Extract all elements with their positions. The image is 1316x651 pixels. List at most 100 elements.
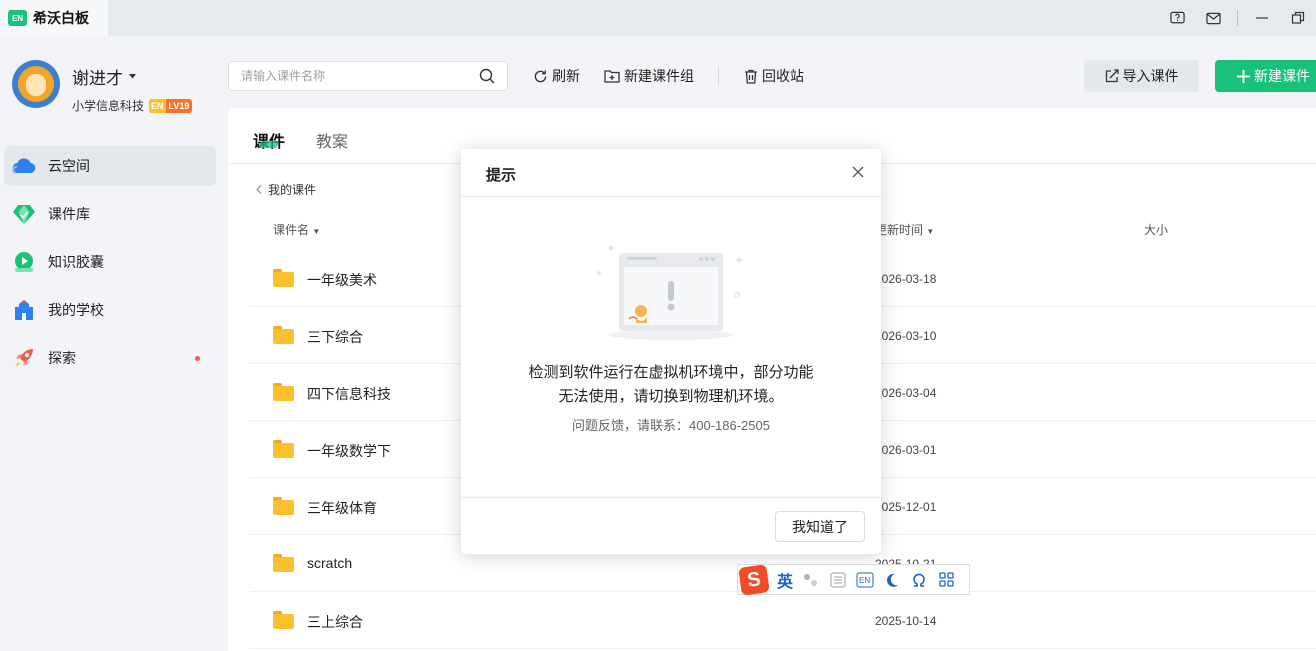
folder-icon <box>273 383 294 401</box>
folder-icon <box>273 611 294 629</box>
import-label: 导入课件 <box>1122 68 1179 84</box>
caret-down-icon <box>129 74 136 79</box>
dialog-header-divider <box>461 196 881 197</box>
import-icon <box>1105 69 1119 83</box>
mail-icon[interactable] <box>1195 0 1231 36</box>
breadcrumb[interactable]: 我的课件 <box>256 181 316 198</box>
folder-icon <box>273 269 294 287</box>
row-date: 2026-03-10 <box>875 329 937 343</box>
sidebar-item-capsule[interactable]: 知识胶囊 <box>4 242 216 282</box>
user-profile: 谢进才 小学信息科技 EN LV19 <box>12 60 193 114</box>
dialog-contact: 问题反馈，请联系：400-186-2505 <box>572 418 770 433</box>
simplified-icon[interactable] <box>829 571 847 589</box>
moon-icon[interactable] <box>883 571 901 589</box>
import-courseware-button[interactable]: 导入课件 <box>1084 60 1199 92</box>
sidebar-item-label: 我的学校 <box>48 302 104 318</box>
row-date: 2026-03-18 <box>875 272 937 286</box>
row-name: scratch <box>307 555 353 571</box>
omega-symbol-icon[interactable] <box>910 571 928 589</box>
row-date: 2025-10-14 <box>875 614 937 628</box>
app-tab[interactable]: EN 希沃白板 <box>0 0 108 36</box>
sidebar-item-library[interactable]: 课件库 <box>4 194 216 234</box>
warning-illustration <box>589 237 749 347</box>
dialog-title: 提示 <box>486 167 517 184</box>
new-group-button[interactable]: 新建课件组 <box>604 66 694 86</box>
recycle-bin-label: 回收站 <box>762 68 804 84</box>
level-badge: EN LV19 <box>149 98 193 113</box>
capsule-icon <box>12 250 36 274</box>
title-bar: EN 希沃白板 <box>0 0 1316 36</box>
folder-icon <box>273 326 294 344</box>
new-group-label: 新建课件组 <box>624 68 694 84</box>
folder-icon <box>273 497 294 515</box>
row-date: 2026-03-04 <box>875 386 937 400</box>
english-keyboard-icon[interactable]: EN <box>856 571 874 589</box>
row-name: 四下信息科技 <box>307 386 391 402</box>
titlebar-separator <box>1237 10 1238 26</box>
tab-courseware[interactable]: 课件 <box>253 128 285 152</box>
row-name: 一年级美术 <box>307 272 377 288</box>
new-courseware-button[interactable]: 新建课件 <box>1215 60 1316 92</box>
school-icon <box>12 298 36 322</box>
app-logo: EN <box>8 10 27 26</box>
restore-icon[interactable] <box>1280 0 1316 36</box>
content-tabs: 课件 教案 <box>253 128 348 152</box>
row-date: 2026-03-01 <box>875 443 937 457</box>
row-date: 2025-12-01 <box>875 500 937 514</box>
recycle-bin-button[interactable]: 回收站 <box>744 66 804 86</box>
minimize-icon[interactable] <box>1244 0 1280 36</box>
dialog-message-line1: 检测到软件运行在虚拟机环境中，部分功能 <box>528 364 814 381</box>
toolbar-separator <box>718 67 719 85</box>
column-header-updated[interactable]: 更新时间 ▼ <box>875 221 934 238</box>
search-box[interactable] <box>228 61 508 91</box>
dialog-footer-divider <box>461 497 881 498</box>
trash-icon <box>745 69 757 84</box>
breadcrumb-label: 我的课件 <box>268 183 317 197</box>
column-header-size[interactable]: 大小 <box>1144 221 1168 238</box>
sidebar-nav: 云空间 课件库 知识胶囊 我的学校 探索 <box>4 146 216 386</box>
grid-menu-icon[interactable] <box>937 571 955 589</box>
avatar[interactable] <box>12 60 60 108</box>
dialog-message: 检测到软件运行在虚拟机环境中，部分功能 无法使用，请切换到物理机环境。 <box>461 361 881 409</box>
sidebar-item-explore[interactable]: 探索 <box>4 338 216 378</box>
refresh-icon <box>534 69 547 82</box>
user-name: 谢进才 <box>72 69 123 88</box>
notification-dot <box>195 356 200 361</box>
refresh-button[interactable]: 刷新 <box>533 66 580 86</box>
ime-mode-toggle[interactable]: 英 <box>777 568 793 592</box>
sidebar-item-label: 课件库 <box>48 206 90 222</box>
column-header-name[interactable]: 课件名 ▼ <box>273 221 320 238</box>
punctuation-icon[interactable] <box>802 571 820 589</box>
sidebar-item-cloud[interactable]: 云空间 <box>4 146 216 186</box>
plus-icon <box>1237 69 1250 83</box>
refresh-label: 刷新 <box>552 68 580 84</box>
chevron-left-icon <box>256 185 262 194</box>
alert-dialog: 提示 检测到软件运行在虚拟机环境中，部分功能 无法使用，请切换到物理机环境。 问… <box>461 149 881 554</box>
row-name: 三下综合 <box>307 329 363 345</box>
sogou-logo-icon[interactable]: S <box>738 563 770 596</box>
cloud-icon <box>12 154 36 178</box>
sidebar: 谢进才 小学信息科技 EN LV19 云空间 课件库 知识胶囊 我的学校 探索 <box>0 36 228 651</box>
rocket-icon <box>12 346 36 370</box>
folder-plus-icon <box>604 70 620 83</box>
new-courseware-label: 新建课件 <box>1254 68 1310 84</box>
row-name: 一年级数学下 <box>307 443 391 459</box>
table-row[interactable]: 三上综合 2025-10-14 <box>250 592 1316 649</box>
ok-button[interactable]: 我知道了 <box>775 511 865 542</box>
folder-icon <box>273 554 294 572</box>
app-name: 希沃白板 <box>33 10 89 26</box>
ime-toolbar: S 英 EN <box>737 563 970 596</box>
sidebar-item-label: 探索 <box>48 350 76 366</box>
help-icon[interactable] <box>1159 0 1195 36</box>
library-icon <box>12 202 36 226</box>
user-name-dropdown[interactable]: 谢进才 <box>72 64 192 89</box>
sidebar-item-school[interactable]: 我的学校 <box>4 290 216 330</box>
dialog-message-line2: 无法使用，请切换到物理机环境。 <box>558 388 784 405</box>
close-icon[interactable] <box>849 163 867 181</box>
tab-lesson-plan[interactable]: 教案 <box>316 128 348 152</box>
sidebar-item-label: 云空间 <box>48 158 90 174</box>
folder-icon <box>273 440 294 458</box>
sidebar-item-label: 知识胶囊 <box>48 254 104 270</box>
search-icon[interactable] <box>479 68 495 84</box>
search-input[interactable] <box>241 69 479 83</box>
